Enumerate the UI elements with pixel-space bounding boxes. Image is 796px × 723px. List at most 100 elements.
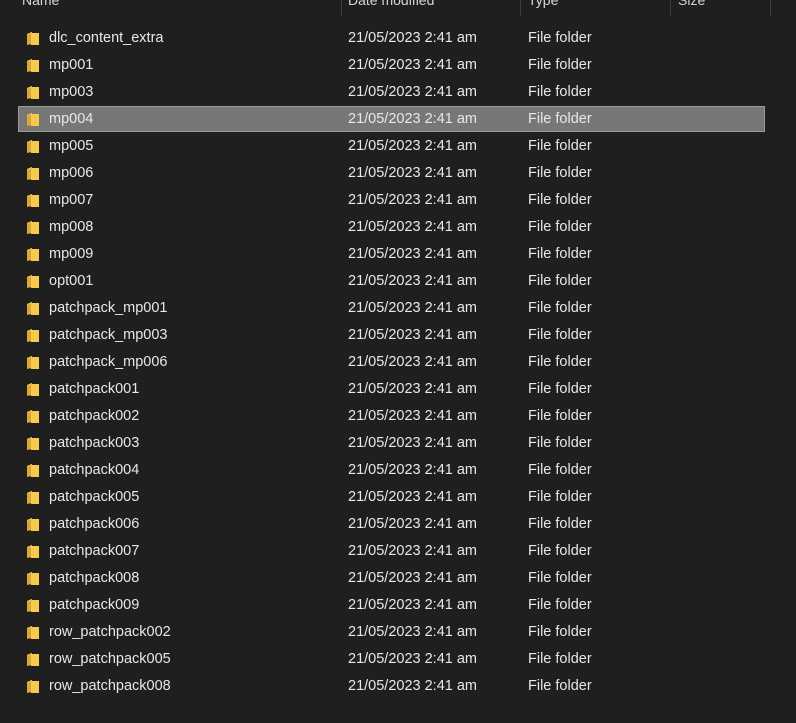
folder-icon	[27, 518, 39, 531]
column-header-size[interactable]: Size	[678, 0, 705, 16]
file-row[interactable]: mp001 21/05/2023 2:41 am File folder	[0, 52, 796, 79]
file-type: File folder	[528, 327, 592, 343]
file-row[interactable]: mp009 21/05/2023 2:41 am File folder	[0, 241, 796, 268]
folder-icon	[27, 464, 39, 477]
file-name: patchpack003	[49, 435, 140, 451]
file-date-modified: 21/05/2023 2:41 am	[348, 570, 477, 586]
file-row[interactable]: mp004 21/05/2023 2:41 am File folder	[0, 106, 796, 133]
file-date-modified: 21/05/2023 2:41 am	[348, 57, 477, 73]
file-name: patchpack_mp001	[49, 300, 168, 316]
file-type: File folder	[528, 219, 592, 235]
file-date-modified: 21/05/2023 2:41 am	[348, 462, 477, 478]
file-type: File folder	[528, 354, 592, 370]
file-type: File folder	[528, 543, 592, 559]
column-divider-size-end[interactable]	[770, 0, 771, 16]
file-row[interactable]: row_patchpack008 21/05/2023 2:41 am File…	[0, 673, 796, 700]
file-row[interactable]: patchpack_mp003 21/05/2023 2:41 am File …	[0, 322, 796, 349]
folder-icon	[27, 113, 39, 126]
folder-icon	[27, 383, 39, 396]
file-row[interactable]: patchpack003 21/05/2023 2:41 am File fol…	[0, 430, 796, 457]
file-row[interactable]: patchpack007 21/05/2023 2:41 am File fol…	[0, 538, 796, 565]
file-type: File folder	[528, 192, 592, 208]
file-date-modified: 21/05/2023 2:41 am	[348, 246, 477, 262]
file-type: File folder	[528, 30, 592, 46]
file-name: dlc_content_extra	[49, 30, 164, 46]
file-date-modified: 21/05/2023 2:41 am	[348, 273, 477, 289]
column-header-name[interactable]: Name	[22, 0, 59, 16]
file-name: mp003	[49, 84, 94, 100]
folder-icon	[27, 545, 39, 558]
file-type: File folder	[528, 516, 592, 532]
file-row[interactable]: mp008 21/05/2023 2:41 am File folder	[0, 214, 796, 241]
column-divider-type-size[interactable]	[670, 0, 671, 16]
file-type: File folder	[528, 57, 592, 73]
file-type: File folder	[528, 570, 592, 586]
file-row[interactable]: patchpack005 21/05/2023 2:41 am File fol…	[0, 484, 796, 511]
file-type: File folder	[528, 678, 592, 694]
file-name: patchpack004	[49, 462, 140, 478]
file-name: patchpack009	[49, 597, 140, 613]
file-date-modified: 21/05/2023 2:41 am	[348, 381, 477, 397]
file-date-modified: 21/05/2023 2:41 am	[348, 651, 477, 667]
folder-icon	[27, 680, 39, 693]
file-name: patchpack001	[49, 381, 140, 397]
file-row[interactable]: patchpack004 21/05/2023 2:41 am File fol…	[0, 457, 796, 484]
file-row[interactable]: opt001 21/05/2023 2:41 am File folder	[0, 268, 796, 295]
file-name: mp005	[49, 138, 94, 154]
file-type: File folder	[528, 651, 592, 667]
folder-icon	[27, 194, 39, 207]
file-row[interactable]: patchpack_mp006 21/05/2023 2:41 am File …	[0, 349, 796, 376]
file-row[interactable]: patchpack002 21/05/2023 2:41 am File fol…	[0, 403, 796, 430]
file-row[interactable]: row_patchpack002 21/05/2023 2:41 am File…	[0, 619, 796, 646]
folder-icon	[27, 626, 39, 639]
file-date-modified: 21/05/2023 2:41 am	[348, 138, 477, 154]
column-header-bar: Name Date modified Type Size	[0, 0, 796, 16]
file-row[interactable]: row_patchpack005 21/05/2023 2:41 am File…	[0, 646, 796, 673]
file-name: patchpack_mp006	[49, 354, 168, 370]
file-name: row_patchpack008	[49, 678, 171, 694]
file-type: File folder	[528, 138, 592, 154]
file-row[interactable]: patchpack001 21/05/2023 2:41 am File fol…	[0, 376, 796, 403]
file-name: patchpack005	[49, 489, 140, 505]
file-name: patchpack007	[49, 543, 140, 559]
file-date-modified: 21/05/2023 2:41 am	[348, 30, 477, 46]
file-type: File folder	[528, 246, 592, 262]
folder-icon	[27, 32, 39, 45]
folder-icon	[27, 86, 39, 99]
folder-icon	[27, 356, 39, 369]
file-name: patchpack002	[49, 408, 140, 424]
file-name: patchpack006	[49, 516, 140, 532]
column-header-date-modified[interactable]: Date modified	[348, 0, 434, 16]
file-type: File folder	[528, 489, 592, 505]
folder-icon	[27, 248, 39, 261]
file-date-modified: 21/05/2023 2:41 am	[348, 84, 477, 100]
column-header-type[interactable]: Type	[528, 0, 558, 16]
file-row[interactable]: patchpack008 21/05/2023 2:41 am File fol…	[0, 565, 796, 592]
folder-icon	[27, 329, 39, 342]
file-row[interactable]: mp006 21/05/2023 2:41 am File folder	[0, 160, 796, 187]
column-divider-date-type[interactable]	[520, 0, 521, 16]
file-row[interactable]: patchpack006 21/05/2023 2:41 am File fol…	[0, 511, 796, 538]
file-type: File folder	[528, 408, 592, 424]
file-name: mp008	[49, 219, 94, 235]
file-date-modified: 21/05/2023 2:41 am	[348, 408, 477, 424]
file-date-modified: 21/05/2023 2:41 am	[348, 111, 477, 127]
file-type: File folder	[528, 624, 592, 640]
folder-icon	[27, 599, 39, 612]
file-row[interactable]: dlc_content_extra 21/05/2023 2:41 am Fil…	[0, 25, 796, 52]
file-name: row_patchpack002	[49, 624, 171, 640]
file-name: row_patchpack005	[49, 651, 171, 667]
folder-icon	[27, 221, 39, 234]
file-explorer-details-view: Name Date modified Type Size dlc_content…	[0, 0, 796, 723]
column-divider-name-date[interactable]	[341, 0, 342, 16]
file-name: patchpack_mp003	[49, 327, 168, 343]
file-date-modified: 21/05/2023 2:41 am	[348, 597, 477, 613]
file-row[interactable]: mp005 21/05/2023 2:41 am File folder	[0, 133, 796, 160]
folder-icon	[27, 410, 39, 423]
folder-icon	[27, 572, 39, 585]
file-row[interactable]: patchpack009 21/05/2023 2:41 am File fol…	[0, 592, 796, 619]
file-row[interactable]: patchpack_mp001 21/05/2023 2:41 am File …	[0, 295, 796, 322]
file-row[interactable]: mp007 21/05/2023 2:41 am File folder	[0, 187, 796, 214]
file-row[interactable]: mp003 21/05/2023 2:41 am File folder	[0, 79, 796, 106]
file-type: File folder	[528, 300, 592, 316]
